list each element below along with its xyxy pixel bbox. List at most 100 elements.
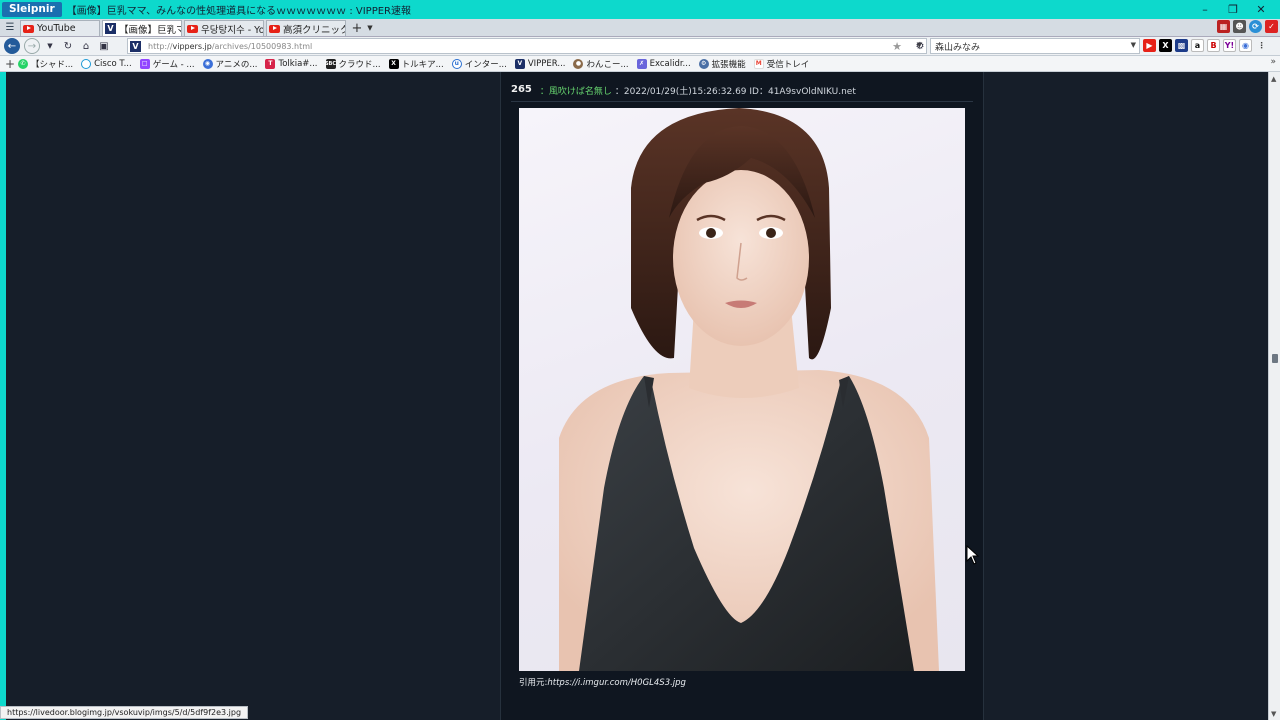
whatsapp-icon: ✆ xyxy=(18,58,28,69)
scroll-down-icon[interactable]: ▼ xyxy=(1271,710,1276,718)
bookmark-label: 【シャド... xyxy=(31,59,74,70)
close-icon: ✕ xyxy=(1256,3,1266,16)
bookmark-item[interactable]: SBC クラウド... xyxy=(324,58,381,70)
globe-icon[interactable]: ◉ xyxy=(1239,39,1252,52)
history-dropdown-button[interactable]: ▼ xyxy=(42,38,58,54)
post-image[interactable] xyxy=(519,108,965,671)
twitch-icon: □ xyxy=(139,58,150,69)
add-bookmark-button[interactable]: + xyxy=(2,57,18,71)
reload-button[interactable]: ↻ xyxy=(60,38,76,54)
plus-icon: + xyxy=(351,20,363,36)
back-button[interactable]: ← xyxy=(4,38,20,54)
tab-list-icon: ☰ xyxy=(5,22,15,33)
bookmark-item[interactable]: V VIPPER... xyxy=(514,58,566,69)
bookmark-label: クラウド... xyxy=(338,59,381,70)
bookmark-label: VIPPER... xyxy=(527,58,566,69)
bookmark-item[interactable]: ● わんこー... xyxy=(573,58,629,70)
calendar-icon[interactable]: ▦ xyxy=(1217,20,1230,33)
more-icon[interactable]: ⋮ xyxy=(1255,39,1268,52)
home-icon: ⌂ xyxy=(82,40,90,52)
status-bar: https://livedoor.blogimg.jp/vsokuvip/img… xyxy=(0,706,249,719)
scroll-up-icon[interactable]: ▲ xyxy=(1271,75,1276,83)
tab-toolbar-icons: ▦ ☻ ⟳ ✓ xyxy=(1217,20,1278,33)
yahoo-icon[interactable]: Y! xyxy=(1223,39,1236,52)
pdf-icon[interactable]: ✓ xyxy=(1265,20,1278,33)
post-header: 265 ：風吹けば名無し ：2022/01/29(土)15:26:32.69 I… xyxy=(511,84,973,102)
search-input[interactable]: 森山みなみ ▼ xyxy=(930,38,1140,54)
portrait-photo xyxy=(559,108,939,671)
reload-icon: ↻ xyxy=(63,40,73,52)
chevron-down-icon[interactable]: ▼ xyxy=(1131,41,1136,49)
status-link-url: https://livedoor.blogimg.jp/vsokuvip/img… xyxy=(7,708,242,717)
vertical-scrollbar[interactable]: ▲ ▼ xyxy=(1268,72,1280,720)
chevron-down-icon: ▼ xyxy=(47,42,53,50)
address-toolbar: ← → ▼ ↻ ⌂ ▣ V http://vippers.jp/archives… xyxy=(0,37,1280,56)
bookmarks-bar: + ✆ 【シャド... Cisco T... □ ゲーム - ... ◉ アニメの..… xyxy=(0,56,1280,72)
restore-icon: ❐ xyxy=(1228,3,1238,16)
reader-button[interactable]: ▣ xyxy=(96,38,112,54)
youtube-icon[interactable]: ▶ xyxy=(1143,39,1156,52)
tolkia-icon: T xyxy=(265,58,276,69)
tab-strip: ☰ YouTube V 【画像】巨乳ママ... 우당탕지수 - Yo... 高須… xyxy=(0,19,1280,37)
bookmark-star-icon[interactable]: ★ xyxy=(892,40,902,53)
url-field[interactable]: V http://vippers.jp/archives/10500983.ht… xyxy=(127,38,927,54)
gmail-icon: M xyxy=(753,58,764,69)
bookmark-label: わんこー... xyxy=(586,59,629,70)
excalidraw-icon: ✗ xyxy=(636,58,647,69)
translate-icon[interactable]: ▩ xyxy=(1175,39,1188,52)
tab-youtube-3[interactable]: 高須クリニックチャ... xyxy=(266,20,346,36)
bookmark-label: ゲーム - ... xyxy=(152,59,195,70)
dog-icon: ● xyxy=(573,58,584,69)
bookmarks-overflow-button[interactable]: » xyxy=(1270,57,1276,67)
url-text[interactable]: http://vippers.jp/archives/10500983.html xyxy=(148,42,312,51)
bookmark-item[interactable]: Cisco T... xyxy=(81,58,132,69)
bookmark-item[interactable]: □ ゲーム - ... xyxy=(139,58,195,70)
site-favicon-icon: V xyxy=(130,40,141,52)
window-title: 【画像】巨乳ママ、みんなの性処理道具になるｗｗｗｗｗｗｗ : VIPPER速報 xyxy=(66,6,411,17)
vipper-icon: V xyxy=(514,58,525,69)
close-button[interactable]: ✕ xyxy=(1248,0,1274,19)
scroll-thumb[interactable] xyxy=(1272,354,1278,363)
bookmark-item[interactable]: ✗ Excalidr... xyxy=(636,58,691,69)
bookmark-item[interactable]: ✆ 【シャド... xyxy=(18,58,73,70)
image-source-link[interactable]: https://i.imgur.com/H0GL4S3.jpg xyxy=(547,678,686,688)
cisco-icon xyxy=(81,58,92,69)
post-number: 265 xyxy=(511,84,532,95)
bookmark-item[interactable]: X トルキア... xyxy=(388,58,444,70)
search-engine-icon: ⚙ xyxy=(915,40,925,52)
profile-icon[interactable]: ☻ xyxy=(1233,20,1246,33)
bookmark-item[interactable]: T Tolkia#... xyxy=(265,58,318,69)
bookmark-item[interactable]: u インター... xyxy=(451,58,507,70)
app-menu-button[interactable]: Sleipnir xyxy=(2,2,62,17)
sbc-icon: SBC xyxy=(324,58,337,69)
x-icon[interactable]: X xyxy=(1159,39,1172,52)
home-button[interactable]: ⌂ xyxy=(78,38,94,54)
image-source-caption: 引用元:https://i.imgur.com/H0GL4S3.jpg xyxy=(519,676,686,688)
bookmark-item[interactable]: ⚙ 拡張機能 xyxy=(698,58,746,70)
tab-youtube-2[interactable]: 우당탕지수 - Yo... xyxy=(184,20,264,36)
forward-button[interactable]: → xyxy=(24,38,40,54)
tab-vipper-active[interactable]: V 【画像】巨乳ママ... xyxy=(102,20,182,36)
globe-icon: ◉ xyxy=(202,58,213,69)
bookmark-item[interactable]: ◉ アニメの... xyxy=(202,58,257,70)
amazon-icon[interactable]: a xyxy=(1191,39,1204,52)
tab-list-button[interactable]: ☰ xyxy=(0,19,20,36)
arrow-left-icon: ← xyxy=(7,40,17,52)
uu-icon: u xyxy=(451,58,462,69)
bookmark-item[interactable]: M 受信トレイ xyxy=(753,58,809,70)
b-icon[interactable]: B xyxy=(1207,39,1220,52)
sync-icon[interactable]: ⟳ xyxy=(1249,20,1262,33)
maximize-button[interactable]: ❐ xyxy=(1220,0,1246,19)
bookmark-label: Cisco T... xyxy=(94,58,132,69)
minimize-button[interactable]: – xyxy=(1192,0,1218,19)
tab-dropdown-button[interactable]: ▼ xyxy=(364,20,376,36)
new-tab-button[interactable]: + xyxy=(350,20,364,36)
bookmark-label: インター... xyxy=(464,59,507,70)
tab-label: 高須クリニックチャ... xyxy=(283,24,345,36)
tab-label: 【画像】巨乳ママ... xyxy=(119,24,181,36)
search-engine-button[interactable]: ⚙ xyxy=(912,38,928,54)
url-path: /archives/10500983.html xyxy=(211,41,313,51)
tab-youtube[interactable]: YouTube xyxy=(20,20,100,36)
bookmark-label: トルキア... xyxy=(401,59,444,70)
mouse-cursor-icon xyxy=(966,545,980,565)
